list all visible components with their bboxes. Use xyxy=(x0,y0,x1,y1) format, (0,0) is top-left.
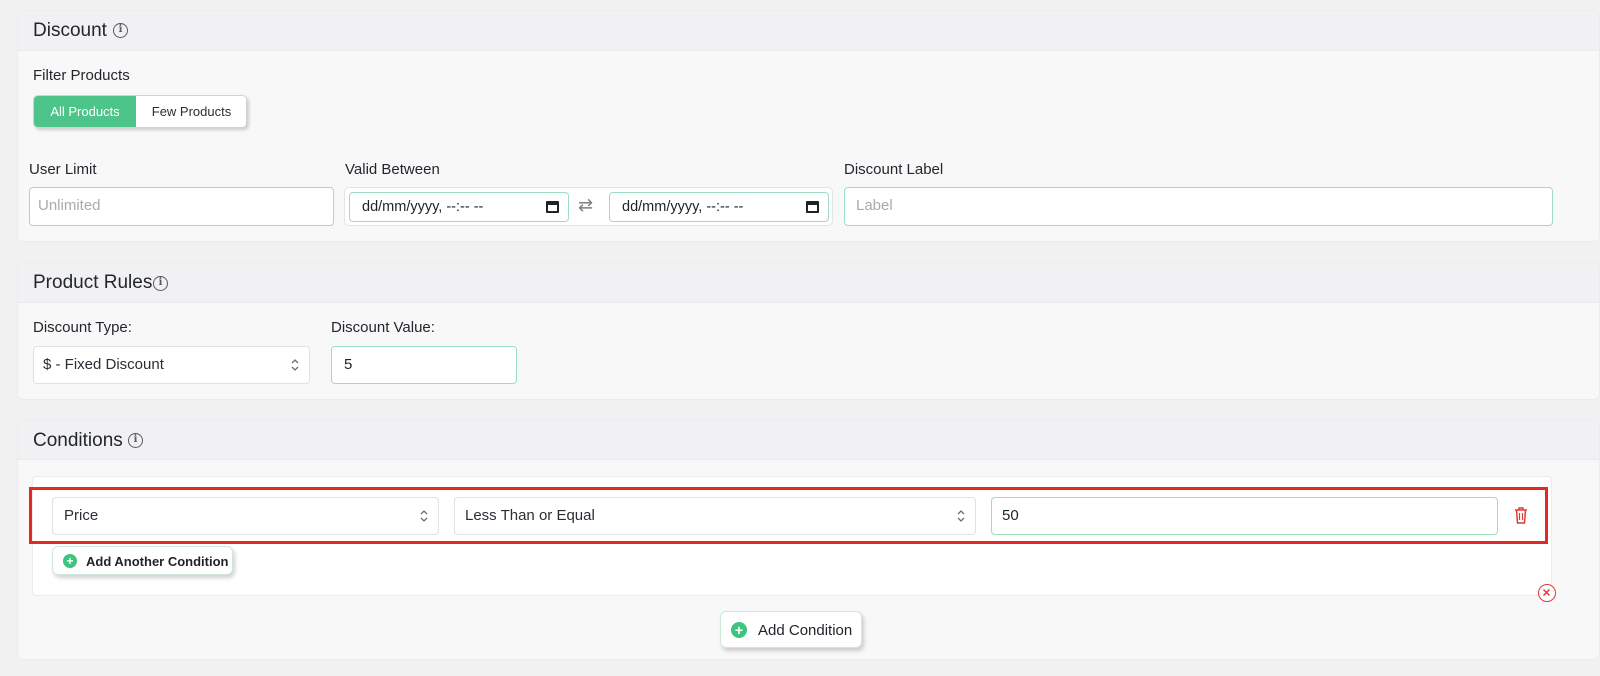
user-limit-placeholder: Unlimited xyxy=(38,197,101,214)
user-limit-label: User Limit xyxy=(29,161,97,178)
conditions-header: Conditions i xyxy=(18,420,1599,460)
valid-to-input[interactable]: dd/mm/yyyy, --:-- -- xyxy=(609,192,829,222)
highlighted-condition-row xyxy=(29,487,1548,544)
user-limit-input[interactable]: Unlimited xyxy=(29,187,334,226)
calendar-icon[interactable] xyxy=(806,201,819,213)
few-products-button[interactable]: Few Products xyxy=(136,96,246,127)
add-another-condition-label: Add Another Condition xyxy=(86,554,229,569)
discount-title: Discount xyxy=(33,20,107,41)
swap-icon: ⇄ xyxy=(578,195,594,215)
info-icon[interactable]: i xyxy=(153,276,168,291)
all-products-button[interactable]: All Products xyxy=(34,96,136,127)
plus-circle-icon: + xyxy=(63,554,77,568)
up-down-icon xyxy=(291,359,299,371)
info-icon[interactable]: i xyxy=(113,23,128,38)
valid-between-label: Valid Between xyxy=(345,161,440,178)
calendar-icon[interactable] xyxy=(546,201,559,213)
product-rules-header: Product Rules i xyxy=(18,263,1599,303)
valid-between-group: dd/mm/yyyy, --:-- -- ⇄ dd/mm/yyyy, --:--… xyxy=(344,187,833,226)
conditions-title: Conditions xyxy=(33,430,123,451)
plus-circle-icon: + xyxy=(731,622,747,638)
close-circle-icon[interactable] xyxy=(1538,584,1556,602)
discount-label-input[interactable]: Label xyxy=(844,187,1553,226)
filter-products-label: Filter Products xyxy=(33,67,130,84)
add-another-condition-button[interactable]: + Add Another Condition xyxy=(52,546,233,575)
discount-value: 5 xyxy=(344,356,353,373)
product-rules-title: Product Rules xyxy=(33,272,153,293)
info-icon[interactable]: i xyxy=(128,433,143,448)
discount-value-input[interactable]: 5 xyxy=(331,346,517,384)
add-condition-label: Add Condition xyxy=(758,622,853,639)
valid-from-placeholder: dd/mm/yyyy, --:-- -- xyxy=(362,199,484,215)
discount-header: Discount i xyxy=(18,11,1599,51)
add-condition-button[interactable]: + Add Condition xyxy=(720,611,862,648)
valid-to-placeholder: dd/mm/yyyy, --:-- -- xyxy=(622,199,744,215)
valid-from-input[interactable]: dd/mm/yyyy, --:-- -- xyxy=(349,192,569,222)
discount-type-label: Discount Type: xyxy=(33,319,132,336)
discount-type-select[interactable]: $ - Fixed Discount xyxy=(33,346,310,384)
discount-label-label: Discount Label xyxy=(844,161,944,178)
discount-type-value: $ - Fixed Discount xyxy=(43,356,164,373)
filter-products-toggle: All Products Few Products xyxy=(33,95,247,128)
discount-value-label: Discount Value: xyxy=(331,319,435,336)
discount-label-placeholder: Label xyxy=(856,197,893,214)
